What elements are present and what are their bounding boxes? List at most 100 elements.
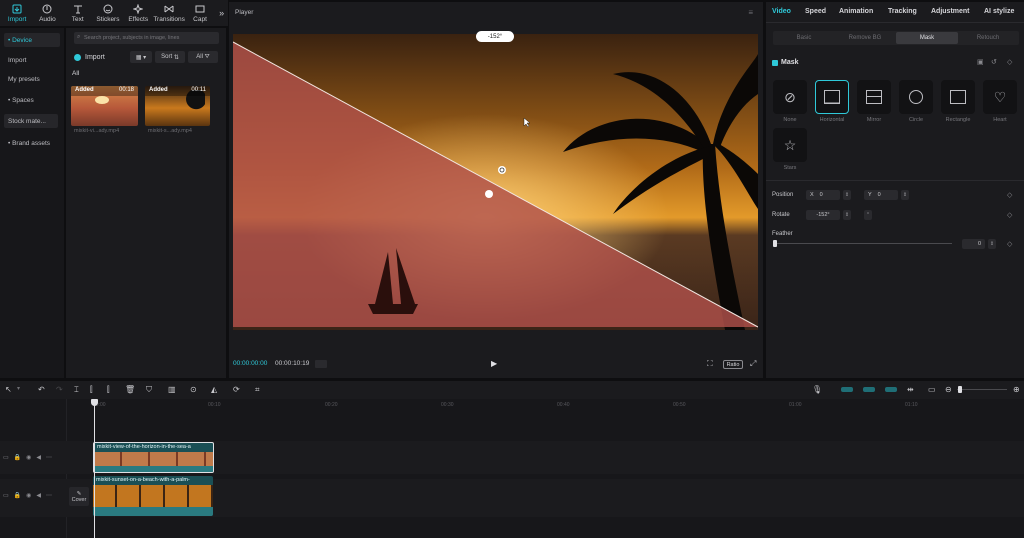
nav-my-presets[interactable]: My presets [4,72,40,86]
rotate-icon[interactable]: ⟳ [233,385,242,394]
tab-adjustment[interactable]: Adjustment [931,8,970,15]
timecode-toggle[interactable] [315,360,327,368]
filter-all-button[interactable]: All ⛛ [188,51,218,63]
position-x-field[interactable]: X0 [806,190,840,200]
tab-animation[interactable]: Animation [839,8,873,15]
menu-icon[interactable]: ≡ [748,8,753,17]
delete-icon[interactable]: 🗑 [125,385,135,394]
reset-icon[interactable]: ↺ [991,58,997,66]
mask-shape-mirror[interactable] [857,80,891,114]
tab-transitions[interactable]: Transitions [153,0,185,26]
subtab-mask[interactable]: Mask [896,32,958,44]
play-button[interactable]: ▶ [491,359,497,368]
nav-device[interactable]: • Device [4,33,60,47]
nav-brand-assets[interactable]: • Brand assets [4,136,50,150]
media-item-1[interactable]: Added 00:18 [71,86,138,126]
clip-sunset-palm[interactable]: mixkit-sunset-on-a-beach-with-a-palm- [93,476,213,516]
more-tabs-button[interactable]: » [215,0,228,26]
subtab-retouch[interactable]: Retouch [958,32,1018,44]
select-cursor-icon[interactable]: ↖ [5,385,14,394]
mask-shape-rectangle[interactable] [941,80,975,114]
fullscreen-icon[interactable]: ⤢ [750,359,756,369]
caption-icon[interactable]: ▭ [928,385,937,394]
eye-icon[interactable]: ◉ [26,454,31,461]
position-y-stepper[interactable]: ⇕ [901,190,909,200]
linkage-icon[interactable] [885,387,897,392]
import-button[interactable]: Import [74,51,105,63]
feather-stepper[interactable]: ⇕ [988,239,996,249]
rotate-field[interactable]: -152° [806,210,840,220]
mirror-icon[interactable]: ◭ [211,385,220,394]
lock-icon[interactable]: 🔒 [14,492,21,499]
clip-horizon-sea[interactable]: mixkit-view-of-the-horizon-in-the-sea-a [93,442,214,473]
chevron-down-icon[interactable]: ▾ [17,385,26,394]
nav-import[interactable]: Import [4,53,26,67]
save-preset-icon[interactable]: ▣ [977,58,984,66]
cover-button[interactable]: ✎ Cover [69,487,89,506]
track-toggle-icon[interactable]: ▭ [3,492,9,499]
auto-snap-icon[interactable] [863,387,875,392]
eye-icon[interactable]: ◉ [26,492,31,499]
playhead[interactable] [94,399,95,538]
rotate-keyframe-icon[interactable]: ◇ [1007,211,1012,219]
feather-field[interactable]: 0 [962,239,985,249]
redo-icon[interactable]: ↷ [56,385,65,394]
speaker-icon[interactable]: ◀ [36,454,41,461]
split-left-icon[interactable]: ⫿ [90,385,99,394]
tab-tracking[interactable]: Tracking [888,8,917,15]
position-y-field[interactable]: Y0 [864,190,898,200]
mask-shape-stars[interactable]: ☆ [773,128,807,162]
crop-icon[interactable]: ⌗ [255,385,264,394]
split-icon[interactable]: ⌶ [74,385,83,394]
subtab-remove-bg[interactable]: Remove BG [834,32,896,44]
mask-center-handle[interactable] [485,190,493,198]
tab-speed[interactable]: Speed [805,8,826,15]
undo-icon[interactable]: ↶ [38,385,47,394]
preview-axis-icon[interactable]: ⇹ [907,385,916,394]
tab-video[interactable]: Video [772,8,791,15]
subtab-basic[interactable]: Basic [774,32,834,44]
rotate-reset-button[interactable]: ° [864,210,872,220]
video-canvas[interactable] [233,34,758,330]
zoom-in-icon[interactable]: ⊕ [1013,385,1022,394]
track-toggle-icon[interactable]: ▭ [3,454,9,461]
feather-slider[interactable] [775,243,952,244]
feather-keyframe-icon[interactable]: ◇ [1007,240,1012,248]
mask-shape-none[interactable]: ⊘ [773,80,807,114]
shield-icon[interactable]: ⛉ [146,385,155,394]
keyframe-icon[interactable]: ◇ [1007,58,1012,66]
microphone-icon[interactable]: 🎙 [812,385,822,394]
speaker-icon[interactable]: ◀ [36,492,41,499]
tab-audio[interactable]: Audio [32,0,62,26]
mask-shape-heart[interactable]: ♡ [983,80,1017,114]
tab-captions[interactable]: Capt [185,0,215,26]
mask-enable-checkbox[interactable] [772,60,778,66]
mask-shape-circle[interactable] [899,80,933,114]
ratio-button[interactable]: Ratio [723,360,743,369]
main-track-magnet-icon[interactable] [841,387,853,392]
more-icon[interactable]: ⋯ [46,492,52,499]
nav-spaces[interactable]: • Spaces [4,93,34,107]
mask-shape-horizontal[interactable] [815,80,849,114]
media-item-2[interactable]: Added 00:11 [145,86,210,126]
media-search-input[interactable]: ⌕ Search project, subjects in image, lin… [74,32,219,44]
tab-import[interactable]: Import [2,0,32,26]
mask-rotate-handle[interactable] [498,166,506,174]
zoom-slider-thumb[interactable] [958,386,962,393]
lock-icon[interactable]: 🔒 [14,454,21,461]
view-mode-button[interactable]: ▦ ▾ [130,51,152,63]
sort-button[interactable]: Sort ⇅ [155,51,185,63]
playhead-handle[interactable] [91,399,98,406]
nav-stock-materials[interactable]: Stock mate... [4,114,58,128]
position-x-stepper[interactable]: ⇕ [843,190,851,200]
tab-effects[interactable]: Effects [123,0,153,26]
tab-text[interactable]: Text [63,0,93,26]
tab-ai-stylize[interactable]: AI stylize [984,8,1014,15]
freeze-icon[interactable]: ▥ [168,385,177,394]
zoom-out-icon[interactable]: ⊖ [945,385,954,394]
reverse-icon[interactable]: ⊙ [190,385,199,394]
zoom-slider[interactable] [957,389,1007,390]
tab-stickers[interactable]: Stickers [93,0,123,26]
rotate-stepper[interactable]: ⇕ [843,210,851,220]
more-icon[interactable]: ⋯ [46,454,52,461]
